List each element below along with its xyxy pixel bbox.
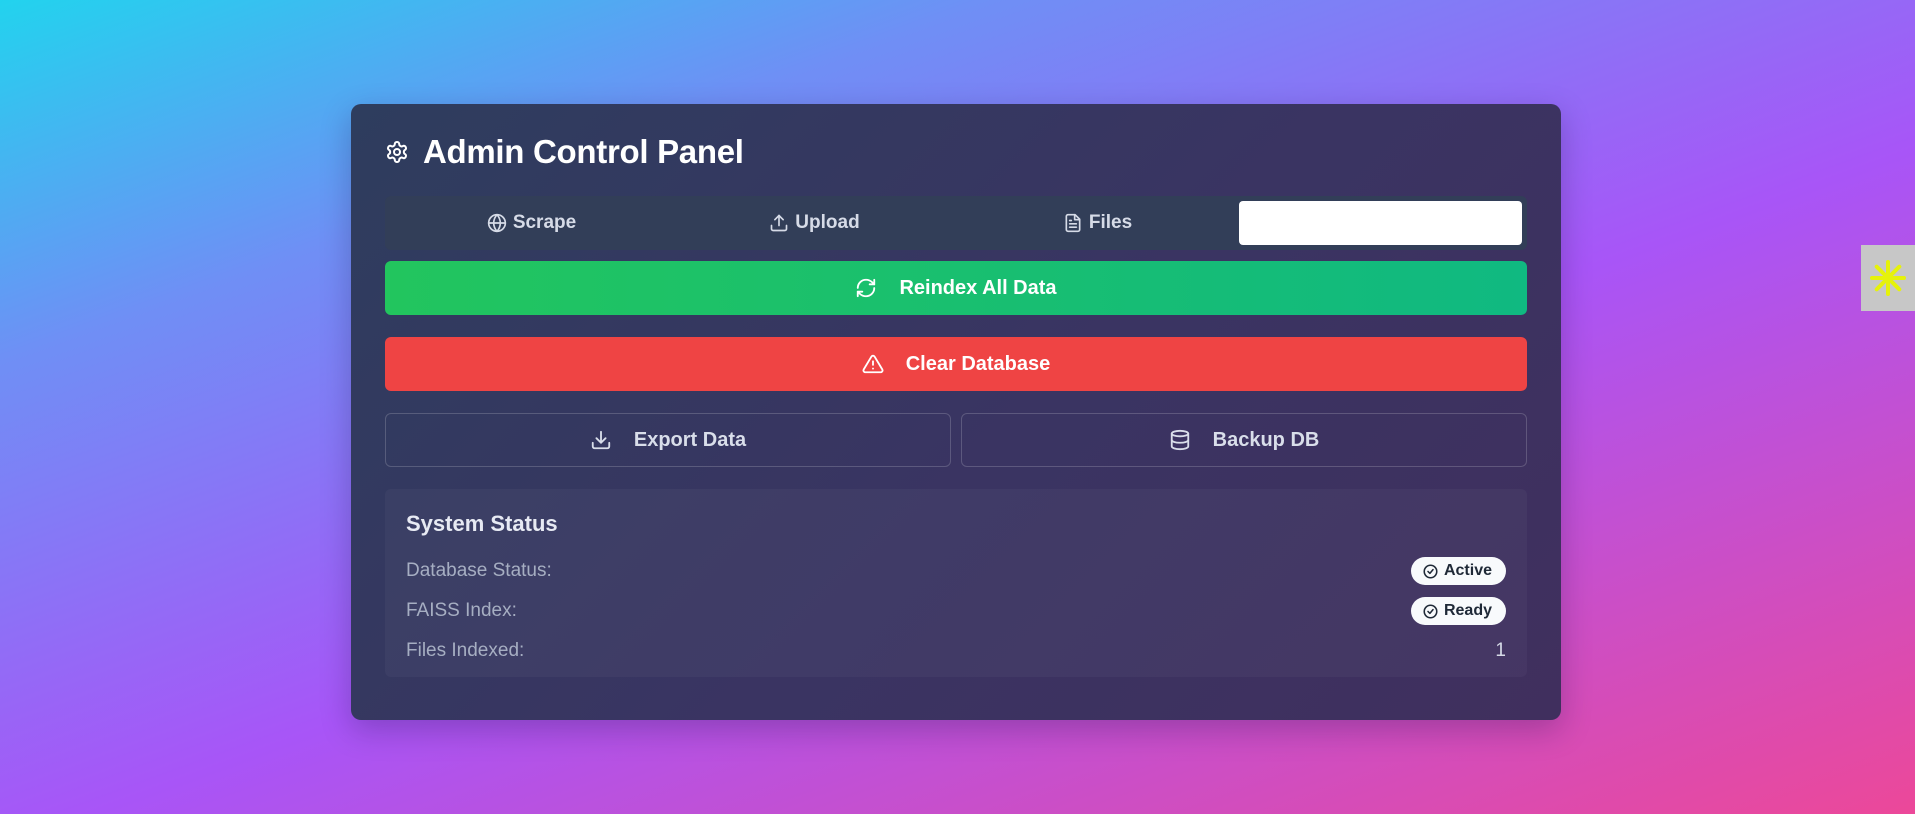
backup-db-button[interactable]: Backup DB [961,413,1527,467]
system-status-title: System Status [406,511,558,536]
tab-label: Scrape [512,212,577,233]
tab-upload[interactable]: Upload [673,201,956,245]
status-badge-label: Ready [1443,602,1492,619]
status-label: Database Status: [406,560,552,581]
status-row-database: Database Status: Active [406,551,1506,591]
export-data-label: Export Data [633,428,747,451]
secondary-actions: Export Data Backup DB [385,413,1527,467]
admin-panel: Admin Control Panel Scrape Upload Files … [351,104,1561,720]
asterisk-icon [1868,258,1908,298]
globe-icon [487,213,507,233]
system-status-card: System Status Database Status: Active FA… [385,489,1527,677]
header: Admin Control Panel [385,132,1527,172]
side-widget-button[interactable] [1861,245,1915,311]
file-icon [1063,213,1083,233]
tab-active[interactable] [1239,201,1522,245]
reindex-button[interactable]: Reindex All Data [385,261,1527,315]
clear-database-button[interactable]: Clear Database [385,337,1527,391]
status-label: FAISS Index: [406,600,517,621]
status-badge-label: Active [1443,562,1492,579]
tab-label: Files [1088,212,1133,233]
reindex-label: Reindex All Data [899,276,1057,299]
tab-label: Upload [795,212,860,233]
upload-icon [769,213,789,233]
download-icon [590,429,612,451]
tab-files[interactable]: Files [956,201,1239,245]
warning-icon [862,353,884,375]
check-circle-icon [1423,603,1438,619]
status-row-files-indexed: Files Indexed: 1 [406,631,1506,671]
status-badge: Ready [1410,597,1506,625]
refresh-icon [855,277,877,299]
tab-scrape[interactable]: Scrape [390,201,673,245]
page-title: Admin Control Panel [423,133,744,170]
database-icon [1169,429,1191,451]
status-label: Files Indexed: [406,640,525,661]
export-data-button[interactable]: Export Data [385,413,951,467]
status-row-faiss: FAISS Index: Ready [406,591,1506,631]
check-circle-icon [1423,563,1438,579]
status-badge: Active [1410,557,1506,585]
gear-icon [385,140,409,164]
clear-database-label: Clear Database [905,352,1051,375]
files-indexed-count: 1 [1495,640,1506,661]
backup-db-label: Backup DB [1212,428,1320,451]
tab-bar: Scrape Upload Files [385,196,1527,250]
